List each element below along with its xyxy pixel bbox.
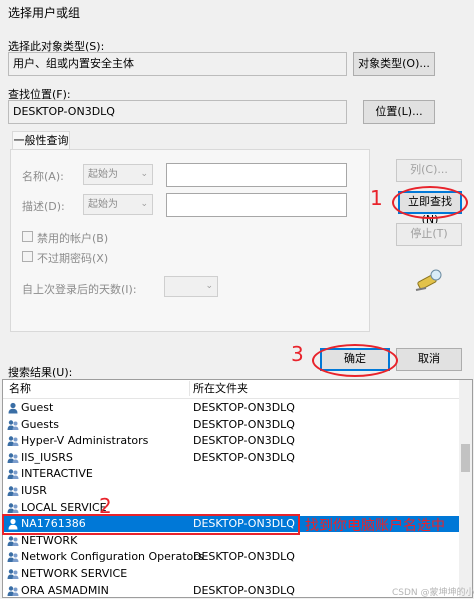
group-icon — [7, 536, 19, 546]
description-mode-value: 起始为 — [88, 199, 118, 210]
annotation-box-selected-row — [2, 514, 300, 535]
table-row[interactable]: Network Configuration Operators DESKTOP-O… — [3, 549, 461, 565]
result-name: IIS_IUSRS — [21, 450, 73, 464]
dialog-title: 选择用户或组 — [8, 6, 81, 20]
result-name: Guest — [21, 401, 54, 414]
scrollbar-thumb[interactable] — [461, 444, 470, 472]
annotation-circle-ok — [312, 344, 398, 377]
non-expiring-password-label: 不过期密码(X) — [37, 252, 109, 265]
locations-button[interactable]: 位置(L)... — [363, 100, 435, 124]
group-icon — [7, 469, 19, 480]
results-label: 搜索结果(U): — [8, 366, 73, 379]
search-results-list[interactable]: 名称 所在文件夹 Guest DESKTOP-ON3DLQ Guests DESKTO… — [2, 379, 473, 598]
name-label: 名称(A): — [22, 170, 64, 183]
result-folder: DESKTOP-ON3DLQ — [193, 401, 295, 414]
disabled-accounts-label: 禁用的帐户(B) — [37, 232, 109, 245]
non-expiring-password-checkbox[interactable] — [22, 251, 33, 262]
result-name: IUSR — [21, 484, 47, 497]
result-folder: DESKTOP-ON3DLQ — [193, 583, 295, 597]
columns-button[interactable]: 列(C)... — [396, 159, 462, 182]
group-icon — [7, 552, 19, 563]
search-flashlight-icon — [415, 269, 442, 291]
result-name: NETWORK — [21, 533, 78, 547]
chevron-down-icon: ⌄ — [205, 281, 213, 291]
description-mode-select[interactable]: 起始为 ⌄ — [83, 194, 153, 215]
user-icon — [8, 402, 18, 414]
chevron-down-icon: ⌄ — [140, 199, 148, 209]
header-divider — [189, 381, 190, 396]
tab-common-queries[interactable]: 一般性查询 — [12, 131, 70, 150]
annotation-step-3: 3 — [291, 342, 304, 366]
result-name: NETWORK SERVICE — [21, 567, 128, 580]
result-folder: DESKTOP-ON3DLQ — [193, 550, 295, 564]
days-since-logon-select[interactable]: ⌄ — [164, 276, 218, 297]
table-row[interactable]: IUSR — [3, 483, 461, 499]
stop-button[interactable]: 停止(T) — [396, 223, 462, 246]
table-row[interactable]: Guests DESKTOP-ON3DLQ — [3, 417, 461, 433]
result-folder: DESKTOP-ON3DLQ — [193, 417, 295, 431]
group-icon — [7, 502, 19, 513]
annotation-note: 找到你电脑账户名选中 — [305, 518, 445, 534]
cancel-button[interactable]: 取消 — [396, 348, 462, 371]
result-name: Hyper-V Administrators — [21, 434, 149, 448]
column-name-header[interactable]: 名称 — [9, 380, 31, 398]
table-row[interactable]: IIS_IUSRS DESKTOP-ON3DLQ — [3, 450, 461, 466]
annotation-step-1: 1 — [370, 186, 383, 210]
result-name: INTERACTIVE — [21, 467, 93, 481]
name-input[interactable] — [166, 163, 347, 187]
group-icon — [7, 436, 19, 447]
result-name: Network Configuration Operators — [21, 550, 204, 564]
group-icon — [7, 486, 19, 496]
table-row[interactable]: NETWORK SERVICE — [3, 566, 461, 582]
name-mode-select[interactable]: 起始为 ⌄ — [83, 164, 153, 185]
table-row[interactable]: Hyper-V Administrators DESKTOP-ON3DLQ — [3, 433, 461, 449]
description-input[interactable] — [166, 193, 347, 217]
group-icon — [7, 453, 19, 463]
description-label: 描述(D): — [22, 200, 65, 213]
name-mode-value: 起始为 — [88, 169, 118, 180]
results-header: 名称 所在文件夹 — [3, 380, 461, 399]
annotation-circle-find-now — [392, 186, 468, 219]
result-folder: DESKTOP-ON3DLQ — [193, 450, 295, 464]
column-folder-header[interactable]: 所在文件夹 — [193, 380, 248, 398]
object-type-field: 用户、组或内置安全主体 — [8, 52, 347, 76]
chevron-down-icon: ⌄ — [140, 169, 148, 179]
disabled-accounts-checkbox[interactable] — [22, 231, 33, 242]
group-icon — [7, 419, 19, 430]
days-since-logon-label: 自上次登录后的天数(I): — [22, 283, 137, 296]
result-name: Guests — [21, 417, 60, 431]
table-row[interactable]: NETWORK — [3, 533, 461, 549]
vertical-scrollbar[interactable] — [459, 380, 472, 597]
watermark: CSDN @蒙坤坤的小书屋 — [392, 588, 474, 598]
result-name: ORA ASMADMIN — [21, 583, 109, 597]
table-row[interactable]: INTERACTIVE — [3, 466, 461, 482]
result-folder: DESKTOP-ON3DLQ — [193, 434, 295, 448]
group-icon — [7, 585, 19, 596]
object-types-button[interactable]: 对象类型(O)... — [353, 52, 435, 76]
table-row[interactable]: Guest DESKTOP-ON3DLQ — [3, 400, 461, 416]
location-field: DESKTOP-ON3DLQ — [8, 100, 347, 124]
group-icon — [7, 569, 19, 579]
